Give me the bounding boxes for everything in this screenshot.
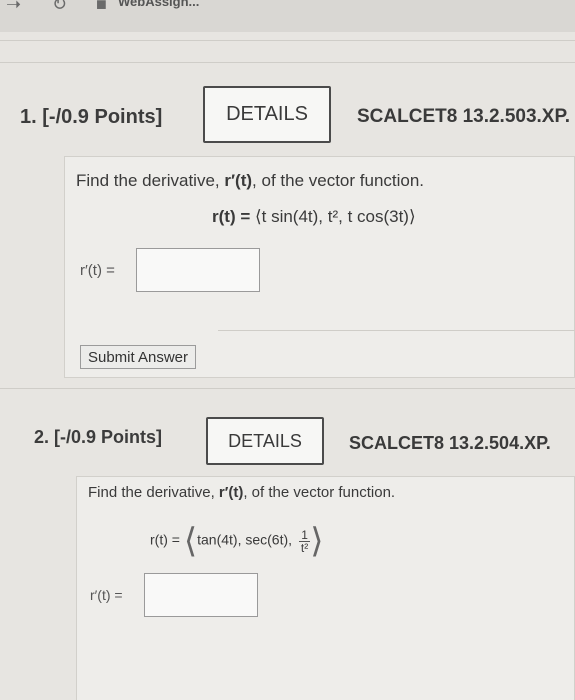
question-2-header: 2. [-/0.9 Points] [34, 427, 162, 448]
question-number: 1. [20, 106, 37, 128]
question-points: [-/0.9 Points] [54, 427, 163, 447]
vector-function: r(t) = ⟨tan(4t), sec(6t), 1 t² ⟩ [150, 521, 324, 561]
fraction: 1 t² [298, 527, 311, 555]
divider [0, 40, 575, 41]
answer-label: r′(t) = [90, 587, 123, 603]
question-points: [-/0.9 Points] [42, 106, 163, 128]
details-button[interactable]: DETAILS [203, 86, 331, 143]
answer-label: r′(t) = [80, 262, 115, 279]
question-prompt: Find the derivative, r′(t), of the vecto… [76, 171, 425, 190]
details-button[interactable]: DETAILS [206, 417, 324, 465]
answer-input[interactable] [144, 573, 258, 617]
divider [0, 62, 575, 63]
question-1-header: 1. [-/0.9 Points] [20, 106, 162, 129]
question-code: SCALCET8 13.2.504.XP. [349, 433, 551, 453]
answer-input[interactable] [136, 248, 260, 292]
tab-title: WebAssign... [118, 0, 200, 9]
submit-answer-button[interactable]: Submit Answer [80, 345, 196, 369]
divider [218, 330, 575, 331]
reload-icon[interactable]: ↻ [52, 0, 67, 15]
open-bracket: ⟨ [183, 522, 198, 560]
close-bracket: ⟩ [310, 522, 324, 560]
function-body: tan(4t), sec(6t), [197, 531, 296, 548]
question-prompt: Find the derivative, r′(t), of the vecto… [88, 484, 396, 501]
question-number: 2. [34, 427, 50, 447]
function-lhs: r(t) = [150, 531, 184, 548]
browser-toolbar: ➝ ↻ ■ WebAssign... [0, 0, 575, 32]
vector-function: r(t) = ⟨t sin(4t), t², t cos(3t)⟩ [212, 207, 416, 227]
question-code: SCALCET8 13.2.503.XP. [357, 106, 570, 127]
back-arrow-icon[interactable]: ➝ [6, 0, 21, 15]
divider [0, 388, 575, 389]
function-lhs: r(t) = [212, 207, 255, 226]
function-body: ⟨t sin(4t), t², t cos(3t)⟩ [254, 207, 416, 226]
lock-icon: ■ [96, 0, 107, 14]
